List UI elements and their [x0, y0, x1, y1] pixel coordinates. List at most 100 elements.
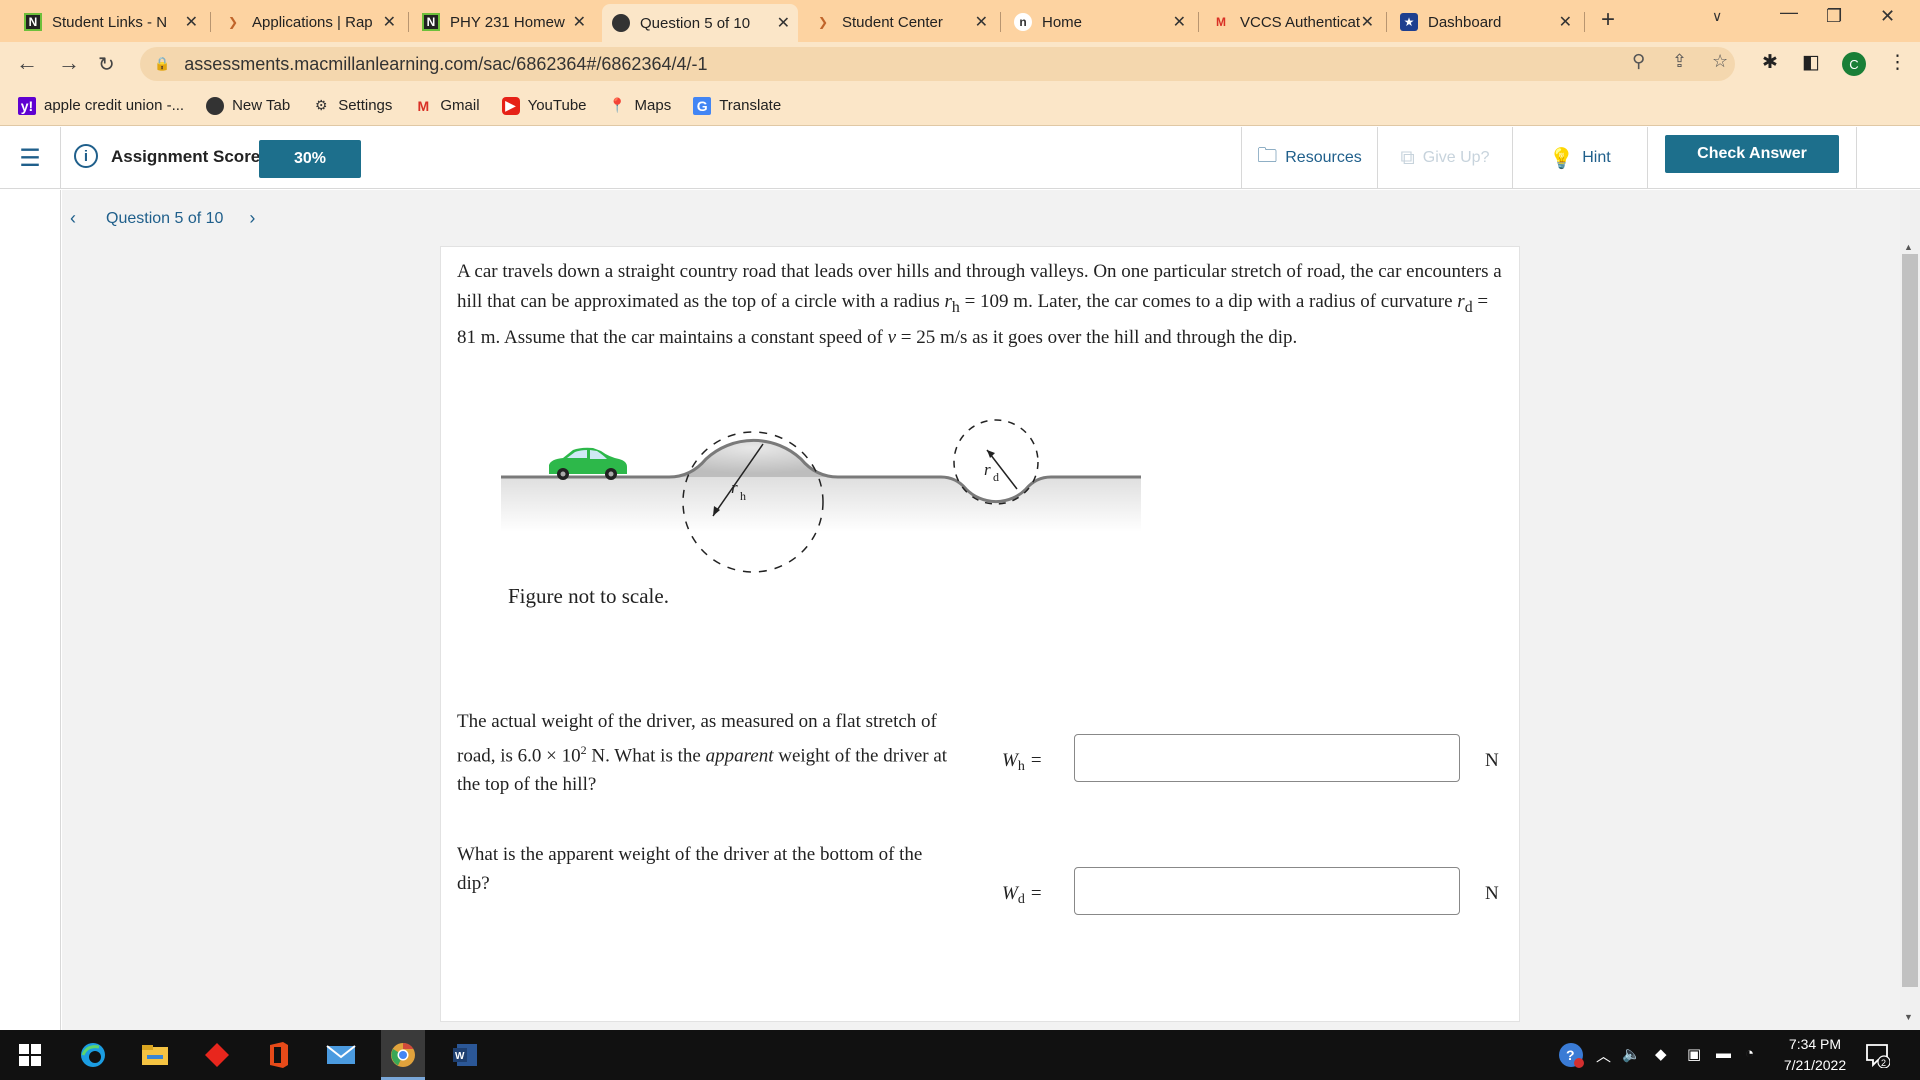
profile-avatar[interactable]: C [1842, 52, 1866, 76]
tab-dashboard[interactable]: ★ Dashboard ✕ [1390, 6, 1580, 38]
bookmark-gmail[interactable]: M Gmail [414, 97, 480, 115]
chevron-right-icon[interactable]: › [249, 208, 255, 229]
dropbox-icon[interactable]: ◆ [1655, 1045, 1667, 1063]
svg-text:?: ? [1566, 1047, 1575, 1063]
browser-toolbar: ← → ↻ 🔒 assessments.macmillanlearning.co… [0, 42, 1920, 86]
question-nav: ‹ Question 5 of 10 › [70, 208, 255, 229]
bookmark-maps[interactable]: 📍 Maps [608, 97, 671, 115]
dip-radius-sub: d [993, 470, 999, 484]
apparent-weight-dip-input[interactable] [1074, 867, 1460, 915]
back-arrow-icon[interactable]: ← [16, 50, 38, 76]
chrome-icon[interactable] [381, 1030, 425, 1080]
resources-button[interactable]: 🗀 Resources [1241, 127, 1377, 189]
help-icon[interactable]: ? [1557, 1041, 1585, 1073]
n-circle-icon: n [1014, 13, 1032, 31]
dip-radius-label: r [984, 460, 991, 479]
extensions-icon[interactable]: ✱ [1762, 51, 1778, 74]
share-icon[interactable]: ⇪ [1672, 51, 1687, 72]
check-answer-button[interactable]: Check Answer [1665, 135, 1839, 173]
bookmark-youtube[interactable]: ▶ YouTube [501, 96, 587, 115]
reload-icon[interactable]: ↻ [98, 52, 115, 77]
close-tab-icon[interactable]: ✕ [777, 13, 790, 33]
tray-chevron-icon[interactable]: ︿ [1596, 1045, 1611, 1066]
tab-student-links[interactable]: N Student Links - N ✕ [14, 6, 206, 38]
sidepanel-icon[interactable]: ◧ [1802, 51, 1820, 74]
dip-radius-arrowhead [987, 450, 995, 458]
score-label: Assignment Score: [111, 147, 266, 166]
minimize-icon[interactable]: — [1780, 2, 1798, 23]
answer-1-label: Wh = [1002, 750, 1042, 774]
new-tab-button[interactable]: + [1601, 6, 1615, 34]
battery-icon[interactable]: ▬ [1716, 1045, 1731, 1062]
menu-list-icon[interactable]: ☰ [0, 127, 61, 189]
windows-start-icon[interactable] [14, 1039, 46, 1071]
macmillan-icon: ❯ [817, 15, 829, 29]
bookmark-translate[interactable]: G Translate [693, 96, 781, 115]
mail-icon[interactable] [325, 1039, 357, 1071]
chevron-left-icon[interactable]: ‹ [70, 208, 76, 229]
problem-statement: A car travels down a straight country ro… [457, 261, 1502, 348]
tab-home[interactable]: n Home ✕ [1004, 6, 1194, 38]
word-icon[interactable]: W [449, 1039, 481, 1071]
close-tab-icon[interactable]: ✕ [1361, 12, 1374, 32]
notification-count: 2 [1881, 1058, 1886, 1068]
globe-icon [612, 14, 630, 32]
macmillan-icon: ❯ [227, 15, 239, 29]
tab-question-5[interactable]: Question 5 of 10 ✕ [602, 4, 798, 42]
menu-dots-icon[interactable]: ⋮ [1888, 51, 1907, 74]
display-icon[interactable]: ▣ [1687, 1045, 1701, 1063]
taskbar-clock[interactable]: 7:34 PM 7/21/2022 [1760, 1034, 1870, 1076]
edge-icon[interactable] [77, 1039, 109, 1071]
close-window-icon[interactable]: ✕ [1880, 6, 1895, 27]
give-up-icon: ⧉ [1400, 146, 1415, 169]
page-scrollbar-thumb[interactable] [1902, 254, 1918, 987]
maps-icon: 📍 [608, 97, 627, 113]
wifi-icon[interactable]: ◔ [1745, 1045, 1754, 1062]
n-logo-icon: N [422, 13, 440, 31]
bookmark-settings[interactable]: ⚙ Settings [312, 97, 392, 115]
close-tab-icon[interactable]: ✕ [573, 12, 586, 32]
close-tab-icon[interactable]: ✕ [185, 12, 198, 32]
file-explorer-icon[interactable] [139, 1039, 171, 1071]
info-icon[interactable]: i [74, 144, 98, 168]
tab-applications[interactable]: ❯ Applications | Rap ✕ [214, 6, 404, 38]
bookmark-apple-credit-union[interactable]: y! apple credit union -... [18, 96, 184, 115]
answer-2-label: Wd = [1002, 883, 1042, 907]
question-2-text: What is the apparent weight of the drive… [457, 844, 923, 894]
tab-student-center[interactable]: ❯ Student Center ✕ [804, 6, 996, 38]
notification-center-icon[interactable]: 2 [1864, 1042, 1892, 1069]
close-tab-icon[interactable]: ✕ [1559, 12, 1572, 32]
close-tab-icon[interactable]: ✕ [1173, 12, 1186, 32]
left-rail [0, 190, 61, 1030]
office-icon[interactable] [263, 1039, 295, 1071]
give-up-button[interactable]: ⧉ Give Up? [1377, 127, 1512, 189]
n-logo-icon: N [24, 13, 42, 31]
tab-phy231[interactable]: N PHY 231 Homew ✕ [412, 6, 594, 38]
question-label[interactable]: Question 5 of 10 [106, 210, 223, 228]
question-card: A car travels down a straight country ro… [440, 246, 1520, 1022]
zoom-icon[interactable]: ⚲ [1632, 51, 1645, 72]
address-bar[interactable]: 🔒 assessments.macmillanlearning.com/sac/… [140, 47, 1735, 81]
bookmark-star-icon[interactable]: ☆ [1712, 51, 1728, 72]
apparent-weight-hill-input[interactable] [1074, 734, 1460, 782]
app-diamond-icon[interactable] [201, 1039, 233, 1071]
tab-vccs[interactable]: M VCCS Authenticat ✕ [1202, 6, 1382, 38]
scroll-up-arrow-icon[interactable]: ▲ [1904, 242, 1913, 252]
volume-icon[interactable]: 🔈 [1622, 1045, 1641, 1063]
windows-taskbar: W ? ︿ 🔈 ◆ ▣ ▬ ◔ 7:34 PM 7/21/2022 2 [0, 1030, 1920, 1080]
forward-arrow-icon[interactable]: → [58, 50, 80, 76]
tab-search-icon[interactable]: ∨ [1712, 8, 1722, 25]
restore-icon[interactable]: ❐ [1826, 6, 1842, 27]
scroll-down-arrow-icon[interactable]: ▼ [1904, 1012, 1913, 1022]
close-tab-icon[interactable]: ✕ [975, 12, 988, 32]
answer-1-unit: N [1485, 750, 1499, 771]
figure-caption: Figure not to scale. [508, 584, 669, 608]
close-tab-icon[interactable]: ✕ [383, 12, 396, 32]
answer-2-unit: N [1485, 883, 1499, 904]
bookmark-new-tab[interactable]: New Tab [206, 96, 290, 115]
hill-radius-label: r [731, 478, 738, 497]
hint-button[interactable]: 💡 Hint [1512, 127, 1647, 189]
youtube-icon: ▶ [501, 96, 520, 115]
translate-icon: G [693, 96, 712, 115]
folder-icon: 🗀 [1257, 145, 1278, 167]
